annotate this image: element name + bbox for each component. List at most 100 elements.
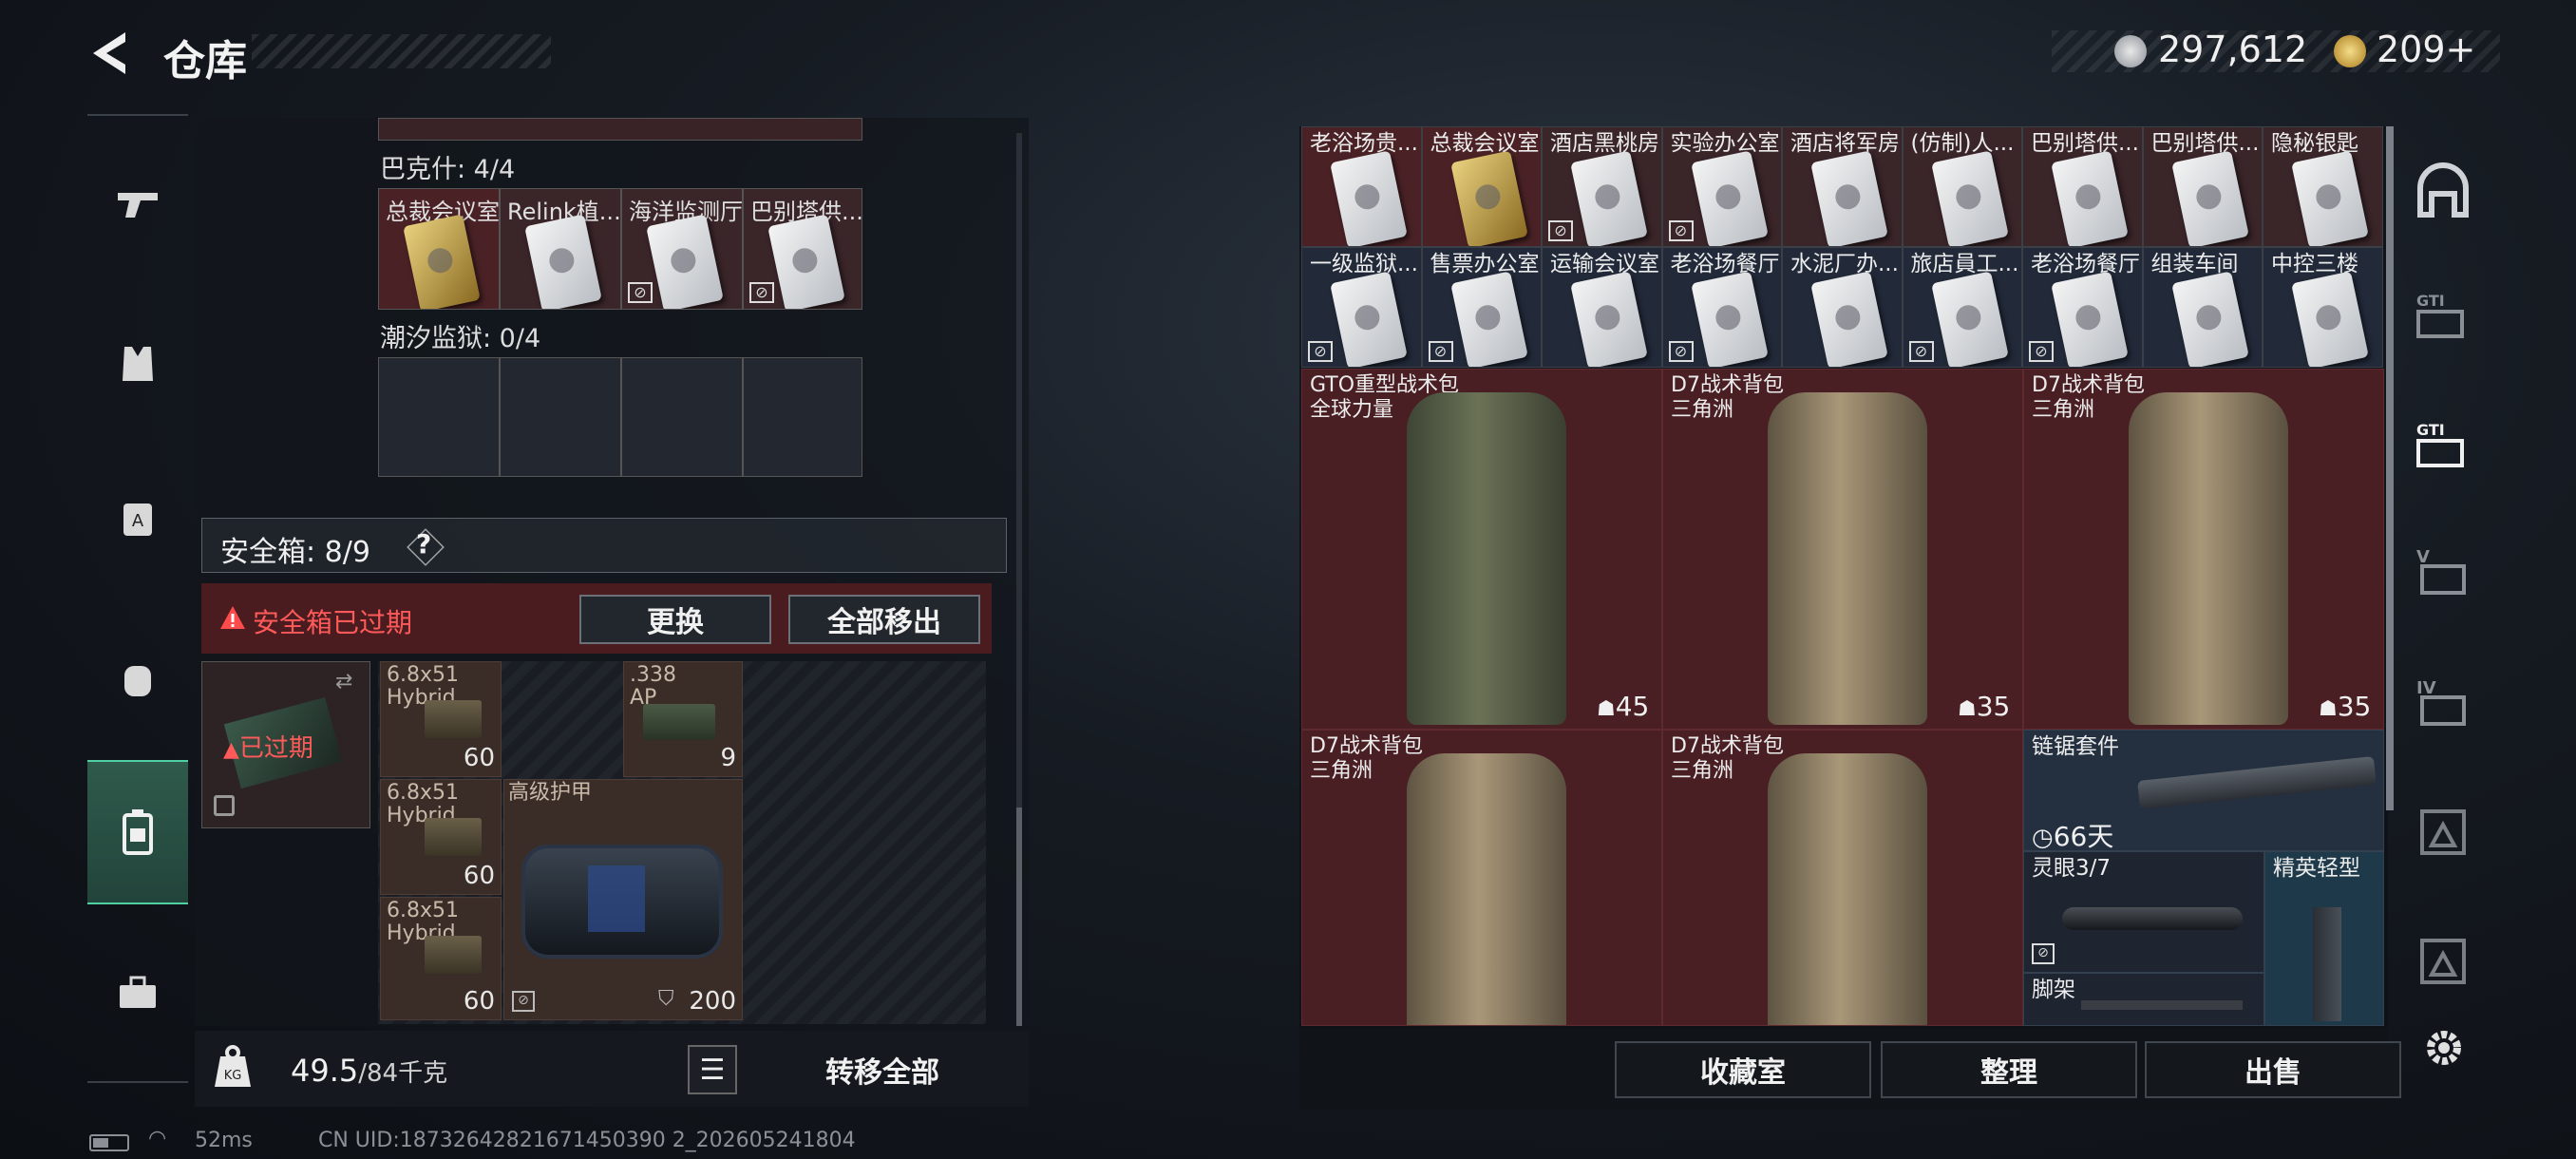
- settings-gear-icon[interactable]: [2420, 1024, 2468, 1072]
- backpack-name: D7战术背包: [2032, 373, 2145, 397]
- warehouse-key-slot[interactable]: 总裁会议室: [1421, 126, 1542, 247]
- warehouse-key-slot[interactable]: 旅店員工... ⊘: [1902, 247, 2022, 368]
- warehouse-key-slot[interactable]: 组装车间: [2142, 247, 2263, 368]
- warehouse-key-slot[interactable]: 水泥厂办...: [1782, 247, 1903, 368]
- keycard-icon: [2170, 271, 2249, 367]
- rail-safebox[interactable]: [87, 760, 188, 904]
- svg-text:GTI: GTI: [2416, 292, 2445, 310]
- stock-slot[interactable]: 精英轻型: [2264, 851, 2384, 1026]
- v-tab-icon[interactable]: V: [2413, 542, 2473, 602]
- warehouse-key-label: 巴别塔供...: [2031, 131, 2139, 156]
- ammo-slot[interactable]: 6.8x51 Hybrid 60: [380, 661, 502, 777]
- warehouse-key-slot[interactable]: 老浴场餐厅 ⊘: [2022, 247, 2143, 368]
- key-card-slot[interactable]: 海洋监测厅 ⊘: [621, 188, 743, 310]
- safebox-label: 安全箱: 8/9: [220, 536, 370, 569]
- warehouse-key-slot[interactable]: 老浴场贵...: [1301, 126, 1422, 247]
- sell-button[interactable]: 出售: [2145, 1041, 2401, 1098]
- right-scrollbar[interactable]: [2386, 126, 2394, 810]
- backpack-icon: [124, 666, 151, 696]
- warehouse-key-slot[interactable]: 运输会议室: [1542, 247, 1662, 368]
- ammo-slot[interactable]: .338 AP 9: [623, 661, 743, 777]
- keycard-icon: [2051, 150, 2129, 246]
- empty-slot[interactable]: [378, 357, 500, 477]
- warehouse-key-slot[interactable]: 酒店将军房: [1782, 126, 1903, 247]
- svg-text:IV: IV: [2416, 678, 2436, 698]
- no-insure-icon: ⊘: [628, 282, 653, 303]
- key-card-slot[interactable]: 巴别塔供... ⊘: [743, 188, 862, 310]
- replace-button[interactable]: 更换: [579, 595, 771, 644]
- ammo-slot[interactable]: 6.8x51 Hybrid 60: [380, 779, 502, 895]
- backpack-slot[interactable]: D7战术背包 三角洲 ☗35: [1662, 369, 2023, 730]
- weight-readout: 49.5/84千克: [291, 1053, 447, 1089]
- warehouse-key-slot[interactable]: 老浴场餐厅 ⊘: [1661, 247, 1782, 368]
- gti-search-tab-icon[interactable]: GTI: [2413, 285, 2473, 346]
- warehouse-key-slot[interactable]: 一级监狱... ⊘: [1301, 247, 1422, 368]
- backpack-capacity: ☗35: [1958, 691, 2011, 722]
- bipod-icon: [2081, 1000, 2243, 1010]
- empty-slot[interactable]: [621, 357, 743, 477]
- armor-slot[interactable]: 高级护甲 ⊘ ⛉ 200: [503, 779, 743, 1020]
- warehouse-key-slot[interactable]: 巴别塔供...: [2022, 126, 2143, 247]
- ammo-box-icon: [425, 936, 482, 974]
- backpack-slot[interactable]: D7战术背包 三角洲 ☗35: [2023, 369, 2384, 730]
- warehouse-key-slot[interactable]: 巴别塔供...: [2142, 126, 2263, 247]
- collection-room-button[interactable]: 收藏室: [1615, 1041, 1871, 1098]
- warehouse-key-label: 实验办公室: [1670, 131, 1780, 156]
- iv-tab-icon[interactable]: IV: [2413, 673, 2473, 733]
- rail-weapon[interactable]: [87, 152, 188, 256]
- gti-tab-icon[interactable]: GTI: [2413, 414, 2473, 475]
- key-card-slot[interactable]: Relink植...: [500, 188, 621, 310]
- warehouse-key-slot[interactable]: 酒店黑桃房 ⊘: [1542, 126, 1662, 247]
- armor-durability: 200: [689, 987, 736, 1016]
- swap-icon[interactable]: ⇄: [335, 670, 352, 694]
- safebox-slot[interactable]: ▲已过期 ⇄: [201, 661, 370, 828]
- stock-icon: [2313, 907, 2341, 1021]
- rail-toolbox[interactable]: [87, 940, 188, 1045]
- sort-button[interactable]: 整理: [1881, 1041, 2137, 1098]
- bipod-slot[interactable]: 脚架: [2023, 973, 2264, 1026]
- remove-all-button[interactable]: 全部移出: [788, 595, 980, 644]
- backpack-name: D7战术背包: [1671, 373, 1784, 397]
- keycard-icon: [403, 214, 481, 309]
- list-view-icon[interactable]: ☰: [688, 1045, 737, 1094]
- empty-slot[interactable]: [743, 357, 862, 477]
- transfer-all-button[interactable]: 转移全部: [750, 1037, 1014, 1102]
- backpack-slot[interactable]: D7战术背包 三角洲: [1662, 730, 2023, 1026]
- rail-chest-rig[interactable]: A: [87, 466, 188, 570]
- wifi-icon: ◠: [148, 1127, 167, 1150]
- backpack-icon: [1768, 753, 1927, 1025]
- rail-armor[interactable]: [87, 312, 188, 416]
- keycard-icon: [2051, 271, 2129, 367]
- warehouse-key-slot[interactable]: 隐秘银匙: [2263, 126, 2383, 247]
- backpack-sub: 三角洲: [2032, 398, 2095, 422]
- keycard-icon: [646, 214, 724, 309]
- ii-tab-icon[interactable]: [2413, 931, 2473, 992]
- warehouse-key-slot[interactable]: 中控三楼: [2263, 247, 2383, 368]
- chainsaw-kit-slot[interactable]: 链锯套件 ◷66天: [2023, 730, 2384, 851]
- silver-coin-icon: [2114, 35, 2147, 67]
- scope-slot[interactable]: 灵眼3/7 ⊘: [2023, 851, 2264, 973]
- warehouse-key-slot[interactable]: (仿制)人...: [1902, 126, 2022, 247]
- backpack-slot[interactable]: D7战术背包 三角洲: [1301, 730, 1662, 1026]
- rail-backpack[interactable]: [87, 627, 188, 732]
- warehouse-key-slot[interactable]: 实验办公室 ⊘: [1661, 126, 1782, 247]
- svg-text:GTI: GTI: [2416, 421, 2445, 439]
- key-card-slot[interactable]: 总裁会议室: [378, 188, 500, 310]
- svg-text:V: V: [2416, 547, 2430, 567]
- backpack-name: D7战术背包: [1671, 734, 1784, 758]
- toolbox-icon: [120, 976, 156, 1008]
- ammo-label: .338 AP: [630, 663, 676, 710]
- back-arrow-icon[interactable]: [87, 28, 131, 78]
- no-insure-icon: ⊘: [1908, 341, 1934, 362]
- iii-tab-icon[interactable]: [2413, 802, 2473, 863]
- empty-slot[interactable]: [500, 357, 621, 477]
- gold-amount[interactable]: 209+: [2377, 28, 2475, 70]
- backpack-count: 45: [1615, 691, 1650, 722]
- left-scrollbar-thumb[interactable]: [1016, 808, 1022, 1026]
- ammo-box-icon: [425, 818, 482, 856]
- backpack-slot[interactable]: GTO重型战术包 全球力量 ☗45: [1301, 369, 1662, 730]
- bipod-label: 脚架: [2032, 978, 2075, 1002]
- ammo-slot[interactable]: 6.8x51 Hybrid 60: [380, 897, 502, 1020]
- storage-home-icon[interactable]: [2413, 162, 2473, 222]
- warehouse-key-slot[interactable]: 售票办公室 ⊘: [1421, 247, 1542, 368]
